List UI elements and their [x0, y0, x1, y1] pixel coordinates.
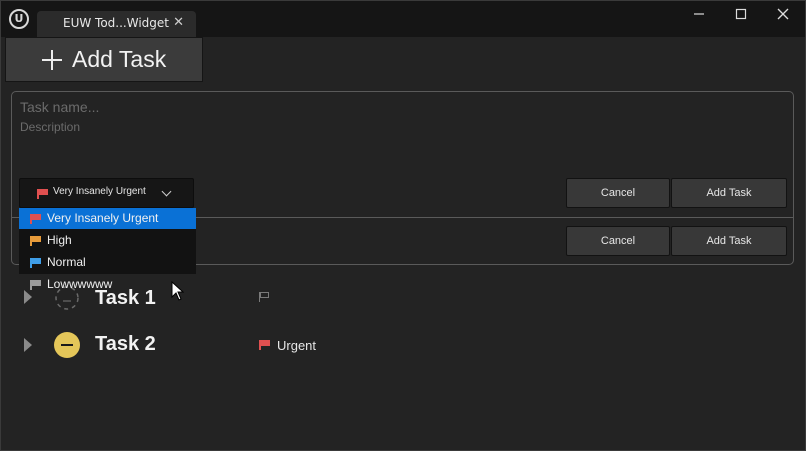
priority-option-low[interactable]: Lowwwwww: [19, 277, 196, 295]
priority-option-normal[interactable]: Normal: [19, 252, 196, 273]
priority-option-very-insanely-urgent[interactable]: Very Insanely Urgent: [19, 208, 196, 229]
minimize-button[interactable]: [684, 7, 714, 27]
add-task-confirm-button[interactable]: Add Task: [671, 178, 787, 208]
add-task-button-label: Add Task: [72, 46, 167, 72]
option-label: High: [47, 233, 72, 247]
close-window-button[interactable]: [768, 7, 798, 27]
description-input[interactable]: [20, 119, 440, 135]
flag-icon: [30, 258, 41, 268]
status-in-progress-icon[interactable]: [54, 332, 80, 358]
flag-icon: [259, 340, 270, 350]
flag-icon: [30, 280, 41, 290]
task-2-priority: Urgent: [277, 338, 317, 353]
mouse-cursor-icon: [171, 281, 185, 301]
chevron-down-icon: [161, 186, 172, 197]
task-2-title: Task 2: [95, 333, 156, 355]
cancel-button[interactable]: Cancel: [566, 178, 670, 208]
task-name-input[interactable]: [20, 98, 440, 116]
cancel-button-2[interactable]: Cancel: [566, 226, 670, 256]
maximize-button[interactable]: [726, 7, 756, 27]
unreal-logo-icon: [9, 9, 29, 29]
tab-close-icon[interactable]: ✕: [173, 15, 184, 30]
priority-dropdown: Very Insanely Urgent High Normal: [19, 208, 196, 274]
plus-icon: [42, 50, 62, 70]
option-label: Normal: [47, 255, 86, 269]
expand-arrow-icon[interactable]: [24, 338, 32, 352]
maximize-icon: [735, 8, 747, 20]
add-task-confirm-button-2[interactable]: Add Task: [671, 226, 787, 256]
option-label: Very Insanely Urgent: [47, 211, 159, 225]
priority-select-value: Very Insanely Urgent: [53, 186, 146, 197]
tab-title: EUW Tod...Widget: [63, 16, 169, 30]
title-bar: EUW Tod...Widget ✕: [1, 1, 805, 37]
priority-option-high[interactable]: High: [19, 230, 196, 251]
close-icon: [777, 8, 789, 20]
tab-euw-widget[interactable]: EUW Tod...Widget ✕: [37, 11, 196, 37]
flag-icon: [30, 214, 41, 224]
flag-outline-icon: [259, 292, 271, 302]
option-label: Lowwwwww: [47, 277, 113, 291]
flag-icon: [30, 236, 41, 246]
priority-select[interactable]: Very Insanely Urgent: [19, 178, 194, 208]
minimize-icon: [694, 13, 704, 15]
add-task-button[interactable]: Add Task: [5, 37, 203, 82]
flag-icon: [37, 189, 48, 199]
